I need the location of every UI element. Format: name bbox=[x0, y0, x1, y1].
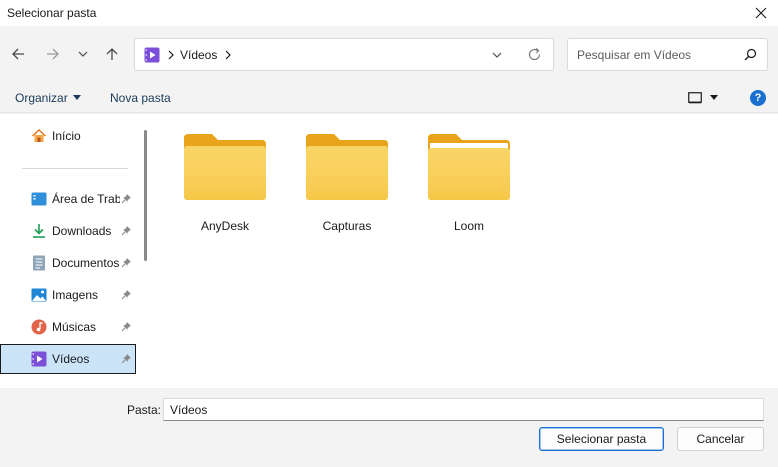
close-icon bbox=[755, 7, 767, 19]
arrow-left-icon bbox=[12, 48, 24, 60]
pin-icon bbox=[121, 226, 131, 236]
search-icon bbox=[744, 48, 757, 61]
sidebar-item-images[interactable]: Imagens bbox=[0, 280, 136, 310]
back-button[interactable] bbox=[7, 43, 29, 65]
pin-icon bbox=[121, 258, 131, 268]
breadcrumb-videos[interactable]: Vídeos bbox=[180, 48, 217, 62]
folder-item[interactable]: Capturas bbox=[296, 132, 398, 236]
organize-menu[interactable]: Organizar bbox=[15, 91, 81, 105]
sidebar-item-downloads[interactable]: Downloads bbox=[0, 216, 136, 246]
sidebar-item-desktop[interactable]: Área de Trabalho bbox=[0, 184, 136, 214]
sidebar-item-home[interactable]: Início bbox=[0, 121, 136, 151]
folder-icon bbox=[306, 134, 388, 200]
sidebar-item-label: Vídeos bbox=[52, 352, 90, 366]
address-bar[interactable]: Vídeos bbox=[134, 38, 554, 71]
sidebar-item-label: Início bbox=[52, 129, 81, 143]
sidebar-item-label: Documentos bbox=[52, 256, 120, 270]
folder-name: Capturas bbox=[322, 219, 372, 233]
sidebar-item-label: Downloads bbox=[52, 224, 112, 238]
navigation-pane: Início Área de Trabalho Downloads Docume… bbox=[0, 114, 152, 388]
pin-icon bbox=[121, 354, 131, 364]
video-icon bbox=[144, 47, 160, 63]
folder-icon bbox=[184, 134, 266, 200]
folder-name: Loom bbox=[453, 219, 485, 233]
sidebar-item-label: Imagens bbox=[52, 288, 99, 302]
folder-name-value: Vídeos bbox=[170, 403, 208, 417]
title-bar: Selecionar pasta bbox=[0, 0, 778, 26]
dialog-footer: Pasta: Vídeos Selecionar pasta Cancelar bbox=[0, 388, 778, 467]
sidebar-item-music[interactable]: Músicas bbox=[0, 312, 136, 342]
refresh-icon bbox=[528, 48, 541, 61]
pin-icon bbox=[121, 194, 131, 204]
arrow-up-icon bbox=[106, 48, 118, 60]
up-button[interactable] bbox=[101, 43, 123, 65]
close-button[interactable] bbox=[744, 0, 778, 26]
document-icon bbox=[33, 255, 45, 271]
search-input[interactable]: Pesquisar em Vídeos bbox=[577, 48, 691, 62]
forward-button[interactable] bbox=[42, 43, 64, 65]
help-button[interactable]: ? bbox=[750, 90, 766, 106]
sidebar-item-label: Área de Trabalho bbox=[52, 192, 120, 206]
image-icon bbox=[31, 288, 47, 302]
music-icon bbox=[31, 319, 47, 335]
folder-item[interactable]: AnyDesk bbox=[174, 132, 276, 236]
folder-item[interactable]: Loom bbox=[418, 132, 520, 236]
video-icon bbox=[31, 351, 47, 367]
search-box[interactable]: Pesquisar em Vídeos bbox=[567, 38, 768, 71]
sidebar-divider bbox=[22, 168, 128, 169]
window-title: Selecionar pasta bbox=[7, 6, 97, 20]
arrow-right-icon bbox=[47, 48, 59, 60]
command-bar: Organizar Nova pasta ? bbox=[0, 84, 778, 113]
sidebar-item-documents[interactable]: Documentos bbox=[0, 248, 136, 278]
folder-name: AnyDesk bbox=[200, 219, 250, 233]
view-options-button[interactable] bbox=[688, 92, 718, 104]
chevron-right-icon bbox=[225, 50, 231, 60]
cancel-button[interactable]: Cancelar bbox=[677, 427, 764, 451]
folder-name-field[interactable]: Vídeos bbox=[163, 398, 764, 421]
folder-field-label: Pasta: bbox=[127, 403, 162, 417]
new-folder-button[interactable]: Nova pasta bbox=[110, 91, 171, 105]
chevron-right-icon bbox=[168, 50, 174, 60]
caret-down-icon bbox=[72, 95, 81, 100]
home-icon bbox=[31, 128, 47, 142]
download-icon bbox=[33, 224, 45, 238]
pin-icon bbox=[121, 290, 131, 300]
navigation-bar: Vídeos Pesquisar em Vídeos bbox=[0, 26, 778, 84]
view-icon bbox=[688, 92, 702, 104]
sidebar-scrollbar[interactable] bbox=[144, 130, 147, 261]
desktop-icon bbox=[31, 192, 47, 206]
pin-icon bbox=[121, 322, 131, 332]
recent-locations-button[interactable] bbox=[72, 43, 94, 65]
folder-view: AnyDesk Capturas Loom bbox=[152, 114, 778, 388]
sidebar-item-videos[interactable]: Vídeos bbox=[0, 344, 136, 374]
select-folder-button[interactable]: Selecionar pasta bbox=[539, 427, 664, 451]
chevron-down-icon bbox=[492, 52, 502, 58]
organize-label: Organizar bbox=[15, 91, 68, 105]
sidebar-item-label: Músicas bbox=[52, 320, 97, 334]
caret-down-icon bbox=[710, 95, 718, 100]
folder-with-files-icon bbox=[428, 134, 510, 200]
chevron-down-icon bbox=[78, 51, 88, 57]
